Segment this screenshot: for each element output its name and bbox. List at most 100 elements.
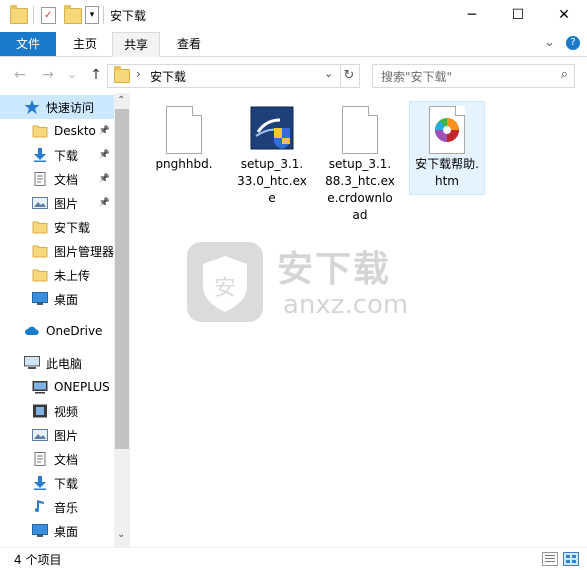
divider [103, 6, 104, 24]
tab-share[interactable]: 共享 [112, 32, 160, 57]
file-item[interactable]: 安下载帮助.htm [409, 101, 485, 195]
pin-icon[interactable]: 📌 [99, 126, 110, 136]
breadcrumb-current[interactable]: 安下载 [150, 68, 186, 85]
sidebar-item[interactable]: ONEPLUS [0, 375, 114, 399]
scroll-down-icon[interactable]: ⌄ [117, 529, 125, 540]
sidebar-item-label: 文档 [54, 172, 79, 187]
large-icons-view-icon[interactable] [563, 552, 579, 566]
back-button[interactable]: ← [10, 65, 30, 85]
pin-icon[interactable]: 📌 [99, 174, 110, 184]
minimize-button[interactable]: ─ [449, 0, 495, 30]
address-bar[interactable]: › 安下载 ⌄ [107, 64, 341, 88]
sidebar-item-label: 此电脑 [46, 356, 83, 371]
watermark: 安 安下载 anxz.com [185, 240, 435, 330]
tab-view[interactable]: 查看 [164, 32, 214, 56]
sidebar-item-label: 图片管理器 [54, 244, 114, 259]
file-thumbnail [423, 106, 471, 154]
properties-icon[interactable]: ✓ [41, 7, 56, 24]
video-icon [32, 404, 48, 418]
refresh-button[interactable]: ↻ [339, 64, 360, 88]
scroll-up-icon[interactable]: ⌃ [117, 95, 125, 106]
tab-file[interactable]: 文件 [0, 32, 56, 56]
recent-locations-dropdown[interactable]: ⌄ [62, 65, 82, 85]
sidebar-item[interactable]: 图片 📌 [0, 191, 114, 215]
tab-home[interactable]: 主页 [62, 32, 108, 56]
file-item[interactable]: pnghhbd. [147, 102, 221, 177]
sidebar-item[interactable]: 桌面 [0, 519, 114, 543]
svg-text:安: 安 [214, 276, 236, 301]
sidebar-item[interactable]: 文档 [0, 447, 114, 471]
navigation-bar: ← → ⌄ ↑ › 安下载 ⌄ ↻ 搜索"安下载" ⌕ [0, 57, 587, 93]
sidebar-scrollbar[interactable]: ⌃ ⌄ [114, 93, 130, 547]
window-title: 安下载 [110, 9, 147, 23]
picture-icon [32, 196, 48, 210]
sidebar-item-label: 未上传 [54, 268, 91, 283]
sidebar-item[interactable]: OneDrive [0, 319, 114, 343]
sidebar-item-label: 下载 [54, 148, 79, 163]
maximize-button[interactable]: ☐ [495, 0, 541, 30]
document-icon [32, 172, 48, 186]
up-button[interactable]: ↑ [86, 65, 106, 85]
sidebar-item[interactable]: 文档 📌 [0, 167, 114, 191]
sidebar-item[interactable]: 图片 [0, 423, 114, 447]
blank-file-icon [166, 106, 202, 154]
computer-icon [24, 356, 40, 370]
desktop-icon [32, 524, 48, 538]
file-name: 安下载帮助.htm [415, 157, 479, 188]
music-icon [32, 500, 48, 514]
sidebar-item[interactable]: Deskto 📌 [0, 119, 114, 143]
help-icon[interactable]: ? [566, 36, 580, 50]
pin-icon[interactable]: 📌 [99, 198, 110, 208]
watermark-domain: anxz.com [283, 290, 409, 320]
sidebar-item-label: OneDrive [46, 324, 103, 338]
download-icon [32, 148, 48, 162]
breadcrumb-separator[interactable]: › [136, 67, 141, 81]
sidebar-item[interactable]: 音乐 [0, 495, 114, 519]
search-input[interactable]: 搜索"安下载" ⌕ [372, 64, 575, 88]
chevron-down-icon[interactable]: ⌄ [324, 67, 333, 80]
folder-icon [32, 268, 48, 282]
sidebar-item-label: 图片 [54, 428, 79, 443]
sidebar-item-label: 文档 [54, 452, 79, 467]
file-thumbnail [336, 106, 384, 154]
sidebar-item[interactable]: 安下载 [0, 215, 114, 239]
installer-icon [250, 106, 294, 150]
sidebar-item[interactable]: 图片管理器 [0, 239, 114, 263]
file-name: setup_3.1.33.0_htc.exe [237, 157, 307, 205]
title-bar: ✓ ▾ 安下载 ─ ☐ ✕ [0, 0, 587, 32]
folder-icon [10, 5, 28, 24]
new-folder-icon[interactable] [64, 5, 82, 24]
pin-icon[interactable]: 📌 [99, 150, 110, 160]
sidebar-item-label: ONEPLUS [54, 380, 110, 394]
sidebar-item[interactable]: 未上传 [0, 263, 114, 287]
file-item[interactable]: setup_3.1.88.3_htc.exe.crdownload [323, 102, 397, 228]
sidebar-item-label: 下载 [54, 476, 79, 491]
search-icon[interactable]: ⌕ [561, 67, 568, 82]
close-button[interactable]: ✕ [541, 0, 587, 30]
sidebar-item-label: 桌面 [54, 292, 79, 307]
sidebar-item[interactable]: 下载 [0, 471, 114, 495]
download-icon [32, 476, 48, 490]
document-icon [32, 452, 48, 466]
ribbon-expand-icon[interactable]: ⌄ [544, 35, 555, 50]
sidebar-item-label: 视频 [54, 404, 79, 419]
sidebar-item[interactable]: 桌面 [0, 287, 114, 311]
scrollbar-thumb[interactable] [115, 109, 129, 449]
desktop-icon [32, 292, 48, 306]
ribbon-tabs: 文件 主页 共享 查看 ⌄ ? [0, 32, 587, 57]
divider [33, 6, 34, 24]
forward-button[interactable]: → [38, 65, 58, 85]
customize-quick-access-dropdown[interactable]: ▾ [85, 6, 99, 24]
sidebar-item[interactable]: 此电脑 [0, 351, 114, 375]
folder-icon [114, 66, 130, 83]
file-item[interactable]: setup_3.1.33.0_htc.exe [235, 102, 309, 211]
sidebar-item[interactable]: 下载 📌 [0, 143, 114, 167]
sidebar-item-label: 快速访问 [46, 100, 95, 115]
sidebar-item[interactable]: 视频 [0, 399, 114, 423]
details-view-icon[interactable] [542, 552, 558, 566]
watermark-brand: 安下载 [277, 249, 392, 290]
folder-icon [32, 220, 48, 234]
cloud-icon [24, 324, 40, 338]
sidebar-item[interactable]: 快速访问 [0, 95, 114, 119]
status-bar: 4 个项目 [0, 547, 587, 570]
